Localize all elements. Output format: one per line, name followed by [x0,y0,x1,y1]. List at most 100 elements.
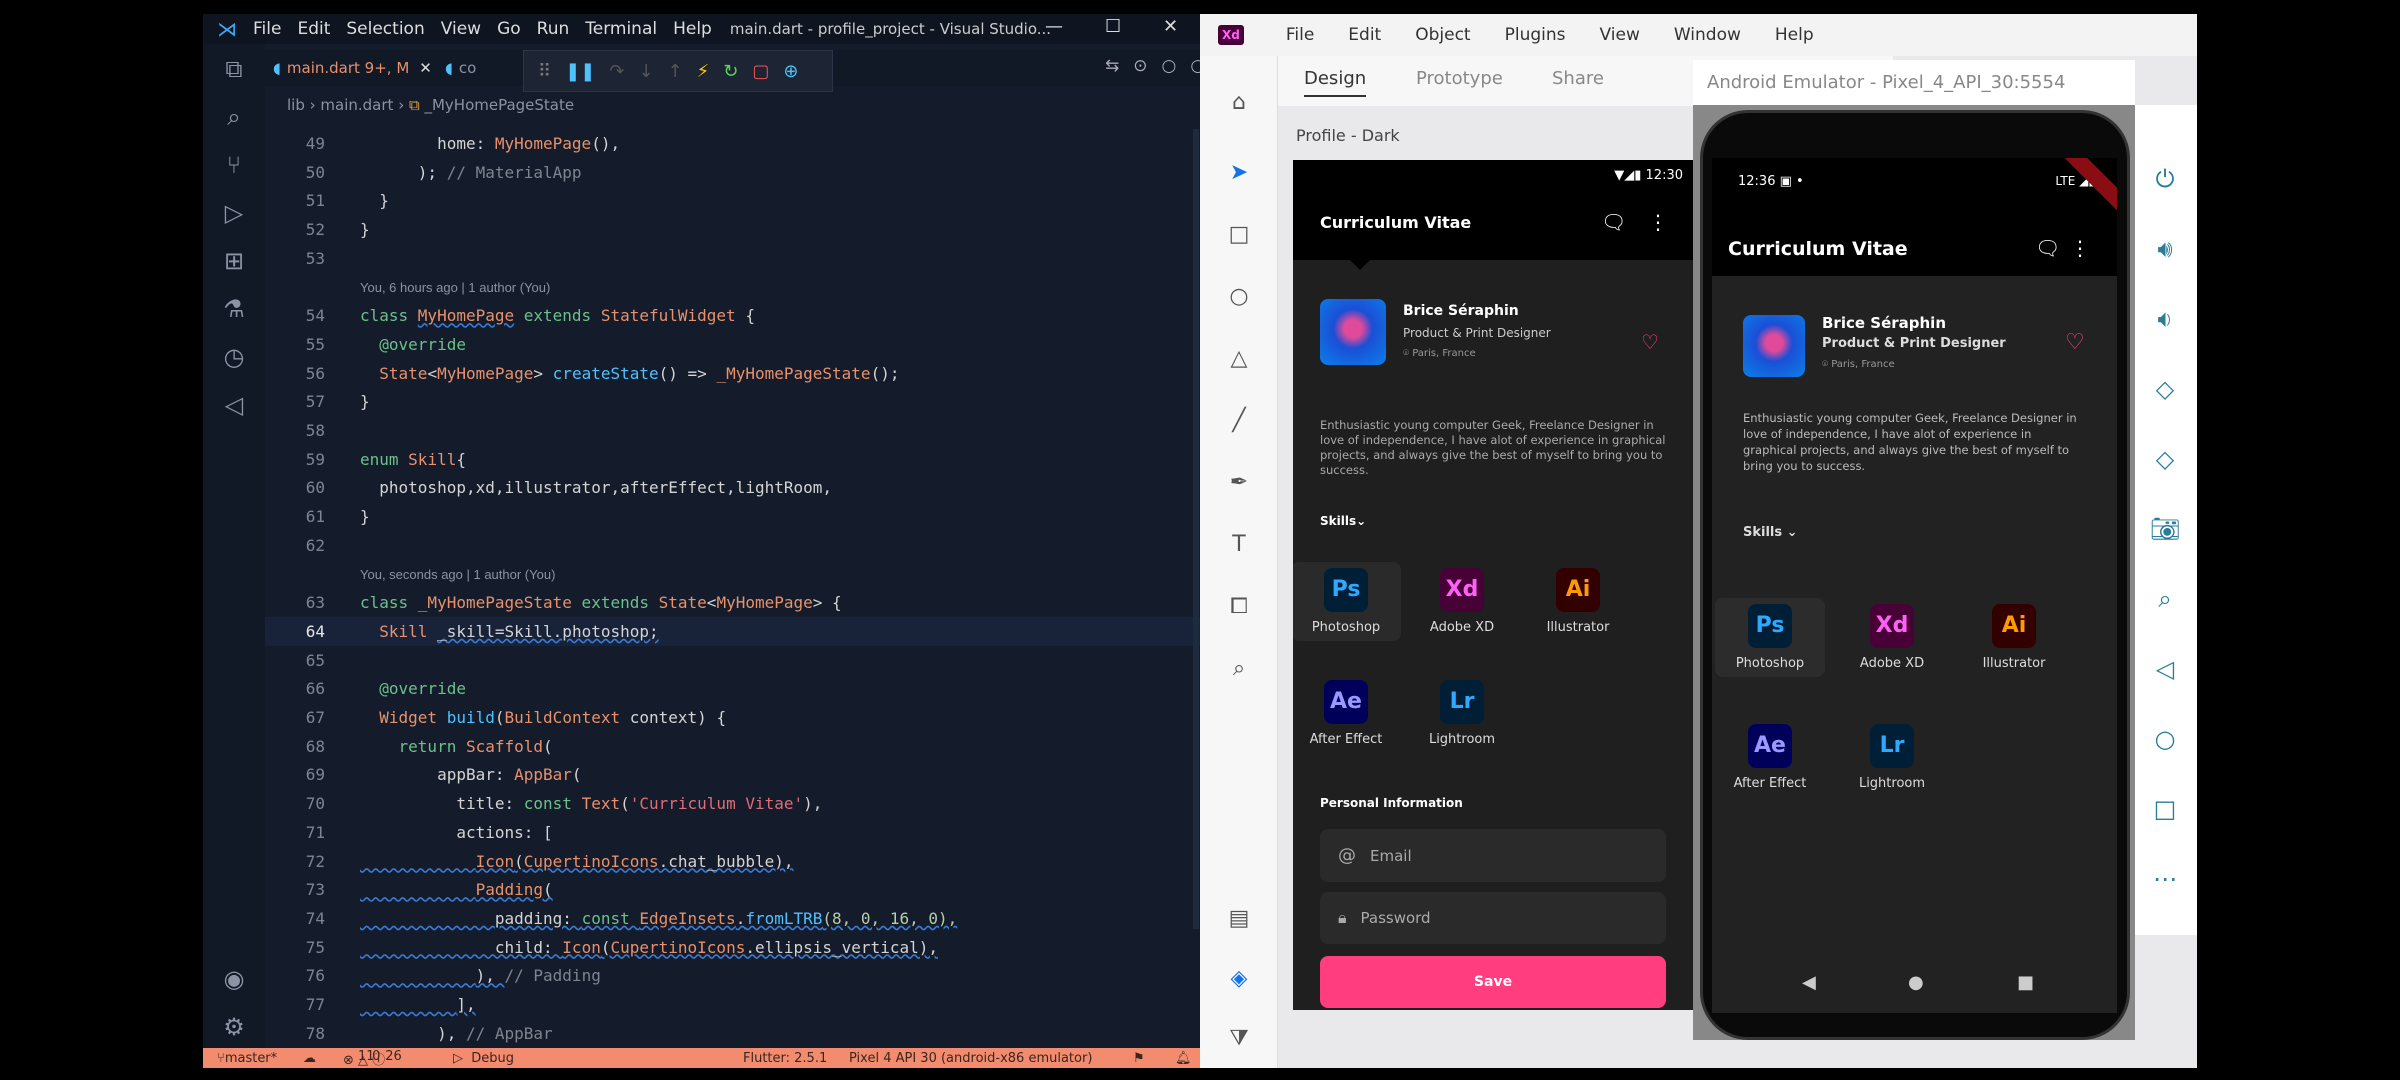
breadcrumb-file[interactable]: main.dart [320,96,393,114]
line-tool-icon[interactable]: ╱ [1226,408,1252,434]
skills-header[interactable]: Skills⌄ [1320,514,1366,528]
xd-menu-edit[interactable]: Edit [1348,25,1381,45]
zoom-tool-icon[interactable]: ⌕ [1226,656,1252,682]
menu-selection[interactable]: Selection [346,19,424,39]
explorer-icon[interactable]: ⧉ [219,54,249,84]
run-debug-icon[interactable]: ▷ [219,198,249,228]
select-tool-icon[interactable]: ➤ [1226,160,1252,186]
menu-go[interactable]: Go [497,19,521,39]
problems-status[interactable]: ⊗ 11 △ 0 ⓘ 26 [343,1049,402,1068]
chat-bubble-icon[interactable]: 🗨︎ [2035,236,2060,260]
menu-edit[interactable]: Edit [297,19,330,39]
scrollbar[interactable] [1193,129,1199,929]
breadcrumb-lib[interactable]: lib [287,96,305,114]
back-icon[interactable]: ◀ [1802,972,1816,993]
testing-icon[interactable]: ⚗ [219,294,249,324]
more-vertical-icon[interactable]: ⋮ [1648,210,1668,234]
chat-bubble-icon[interactable]: 🗨︎ [1601,210,1626,234]
codelens-text[interactable]: You, seconds ago | 1 author (You) [360,560,555,589]
step-over-icon[interactable]: ↷ [609,61,624,82]
recents-icon[interactable]: ■ [2017,972,2034,993]
heart-icon[interactable]: ♡ [1641,330,1659,354]
codelens[interactable]: You, 6 hours ago | 1 author (You) [265,273,1200,302]
maximize-button[interactable]: ☐ [1105,16,1121,37]
artboard-tool-icon[interactable]: ⧠ [1226,594,1252,620]
menu-view[interactable]: View [441,19,481,39]
xd-menu-view[interactable]: View [1600,25,1640,45]
plugins-icon[interactable]: ⧩ [1226,1026,1252,1052]
home-icon[interactable]: ⌂ [1226,90,1252,116]
skill-illustrator[interactable]: Ai Illustrator [1959,604,2069,671]
skill-illustrator[interactable]: Ai Illustrator [1523,568,1633,635]
xd-menu-object[interactable]: Object [1415,25,1470,45]
artboard-profile-dark[interactable]: ▼◢▮ 12:30 Curriculum Vitae 🗨︎ ⋮ Brice Sé… [1293,160,1693,1010]
layers-icon[interactable]: ◈ [1226,966,1252,992]
extensions-icon[interactable]: ⊞ [219,246,249,276]
menu-file[interactable]: File [253,19,281,39]
device-selector[interactable]: Pixel 4 API 30 (android-x86 emulator) [849,1051,1092,1066]
tab-second[interactable]: ◖ co [445,50,476,86]
tab-main-dart[interactable]: ◖ main.dart 9+, M ✕ [273,50,432,86]
codelens[interactable]: You, seconds ago | 1 author (You) [265,560,1200,589]
home-icon[interactable]: ● [1908,972,1924,993]
assets-icon[interactable]: ▤ [1226,906,1252,932]
stop-icon[interactable]: ▢ [752,61,769,82]
hot-reload-icon[interactable]: ⚡ [697,61,710,82]
debug-status[interactable]: ▷ Debug my code [453,1051,514,1069]
settings-gear-icon[interactable]: ⚙ [219,1012,249,1042]
skill-after-effect[interactable]: Ae After Effect [1715,724,1825,791]
drag-handle-icon[interactable]: ⠿ [538,61,551,82]
editor-actions[interactable]: ⇆⊙○○◎⎅⋯ [1105,56,1200,76]
code-editor[interactable]: 49 home: MyHomePage(), 50 ); // MaterialA… [265,129,1200,1044]
tab-close-icon[interactable]: ✕ [419,59,432,77]
codelens-text[interactable]: You, 6 hours ago | 1 author (You) [360,273,550,302]
breadcrumb-symbol[interactable]: _MyHomePageState [424,96,574,114]
emulator-titlebar[interactable]: Android Emulator - Pixel_4_API_30:5554 [1693,60,2135,105]
step-out-icon[interactable]: ↑ [668,61,683,82]
step-into-icon[interactable]: ↓ [638,61,653,82]
minimize-button[interactable]: — [1045,16,1063,37]
devtools-icon[interactable]: ⊕ [783,61,798,82]
overview-icon[interactable]: □ [2147,795,2183,831]
rotate-right-icon[interactable]: ◇ [2147,445,2183,481]
tab-share[interactable]: Share [1552,68,1604,89]
tab-design[interactable]: Design [1304,68,1367,97]
skills-header[interactable]: Skills ⌄ [1743,525,1798,540]
rotate-left-icon[interactable]: ◇ [2147,375,2183,411]
more-icon[interactable]: ⋯ [2147,865,2183,901]
pause-icon[interactable]: ❚❚ [565,61,595,82]
account-icon[interactable]: ◉ [219,964,249,994]
menu-terminal[interactable]: Terminal [585,19,657,39]
xd-menu-help[interactable]: Help [1775,25,1814,45]
volume-down-icon[interactable]: 🔉︎ [2147,305,2183,341]
back-icon[interactable]: ◁ [2147,655,2183,691]
skill-photoshop[interactable]: Ps Photoshop [1715,598,1825,677]
xd-menu-window[interactable]: Window [1674,25,1741,45]
screenshot-icon[interactable]: 📷︎ [2147,515,2183,551]
emulator-screen[interactable]: 12:36 ▣ • LTE ◢▮ Curriculum Vitae 🗨︎ ⋮ B… [1712,158,2117,1013]
skill-photoshop[interactable]: Ps Photoshop [1293,562,1401,641]
skill-after-effect[interactable]: Ae After Effect [1293,680,1401,747]
close-button[interactable]: ✕ [1163,16,1178,37]
rectangle-tool-icon[interactable]: □ [1226,222,1252,248]
timeline-icon[interactable]: ◷ [219,342,249,372]
skill-adobe-xd[interactable]: Xd Adobe XD [1837,604,1947,671]
xd-menu-file[interactable]: File [1286,25,1314,45]
power-icon[interactable]: ⏻ [2147,165,2183,201]
email-field[interactable]: @ Email [1320,829,1666,882]
source-control-icon[interactable]: ⑂ [219,150,249,180]
password-field[interactable]: 🔒︎ Password [1320,892,1666,944]
volume-up-icon[interactable]: 🔊︎ [2147,235,2183,271]
menu-run[interactable]: Run [537,19,570,39]
text-tool-icon[interactable]: T [1226,532,1252,558]
branch-status[interactable]: ⑂ master* [217,1051,277,1066]
heart-icon[interactable]: ♡ [2065,330,2085,355]
notifications-icon[interactable]: 🔔︎ [1175,1051,1192,1066]
sync-icon[interactable]: ☁ [303,1051,316,1066]
more-vertical-icon[interactable]: ⋮ [2070,236,2090,260]
skill-lightroom[interactable]: Lr Lightroom [1837,724,1947,791]
search-icon[interactable]: ⌕ [219,102,249,132]
skill-lightroom[interactable]: Lr Lightroom [1407,680,1517,747]
flutter-version[interactable]: Flutter: 2.5.1 [743,1051,827,1066]
feedback-icon[interactable]: ⚑ [1133,1051,1145,1066]
